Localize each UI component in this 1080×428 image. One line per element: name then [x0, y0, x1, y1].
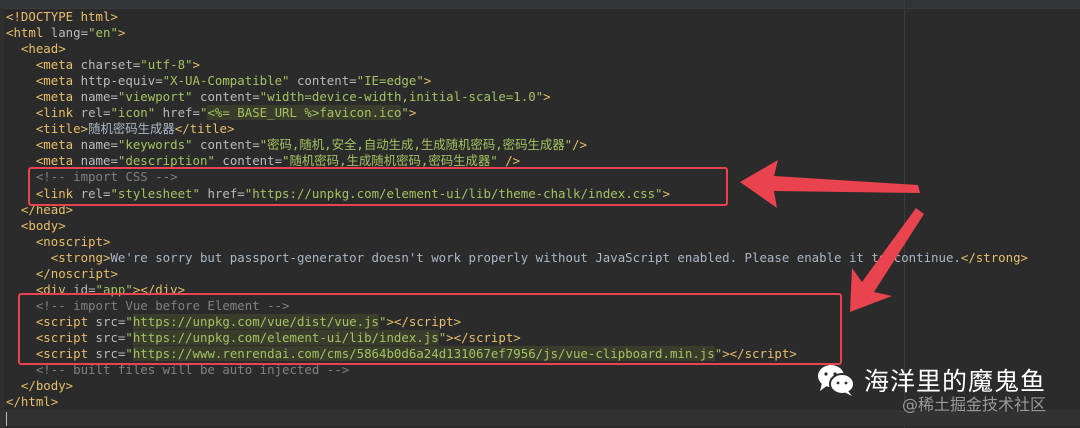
arrow-down-left-icon: [850, 208, 924, 312]
wechat-icon: [818, 365, 855, 396]
watermark-source: @稀土掘金技术社区: [902, 395, 1047, 414]
arrow-left-icon: [740, 160, 920, 208]
